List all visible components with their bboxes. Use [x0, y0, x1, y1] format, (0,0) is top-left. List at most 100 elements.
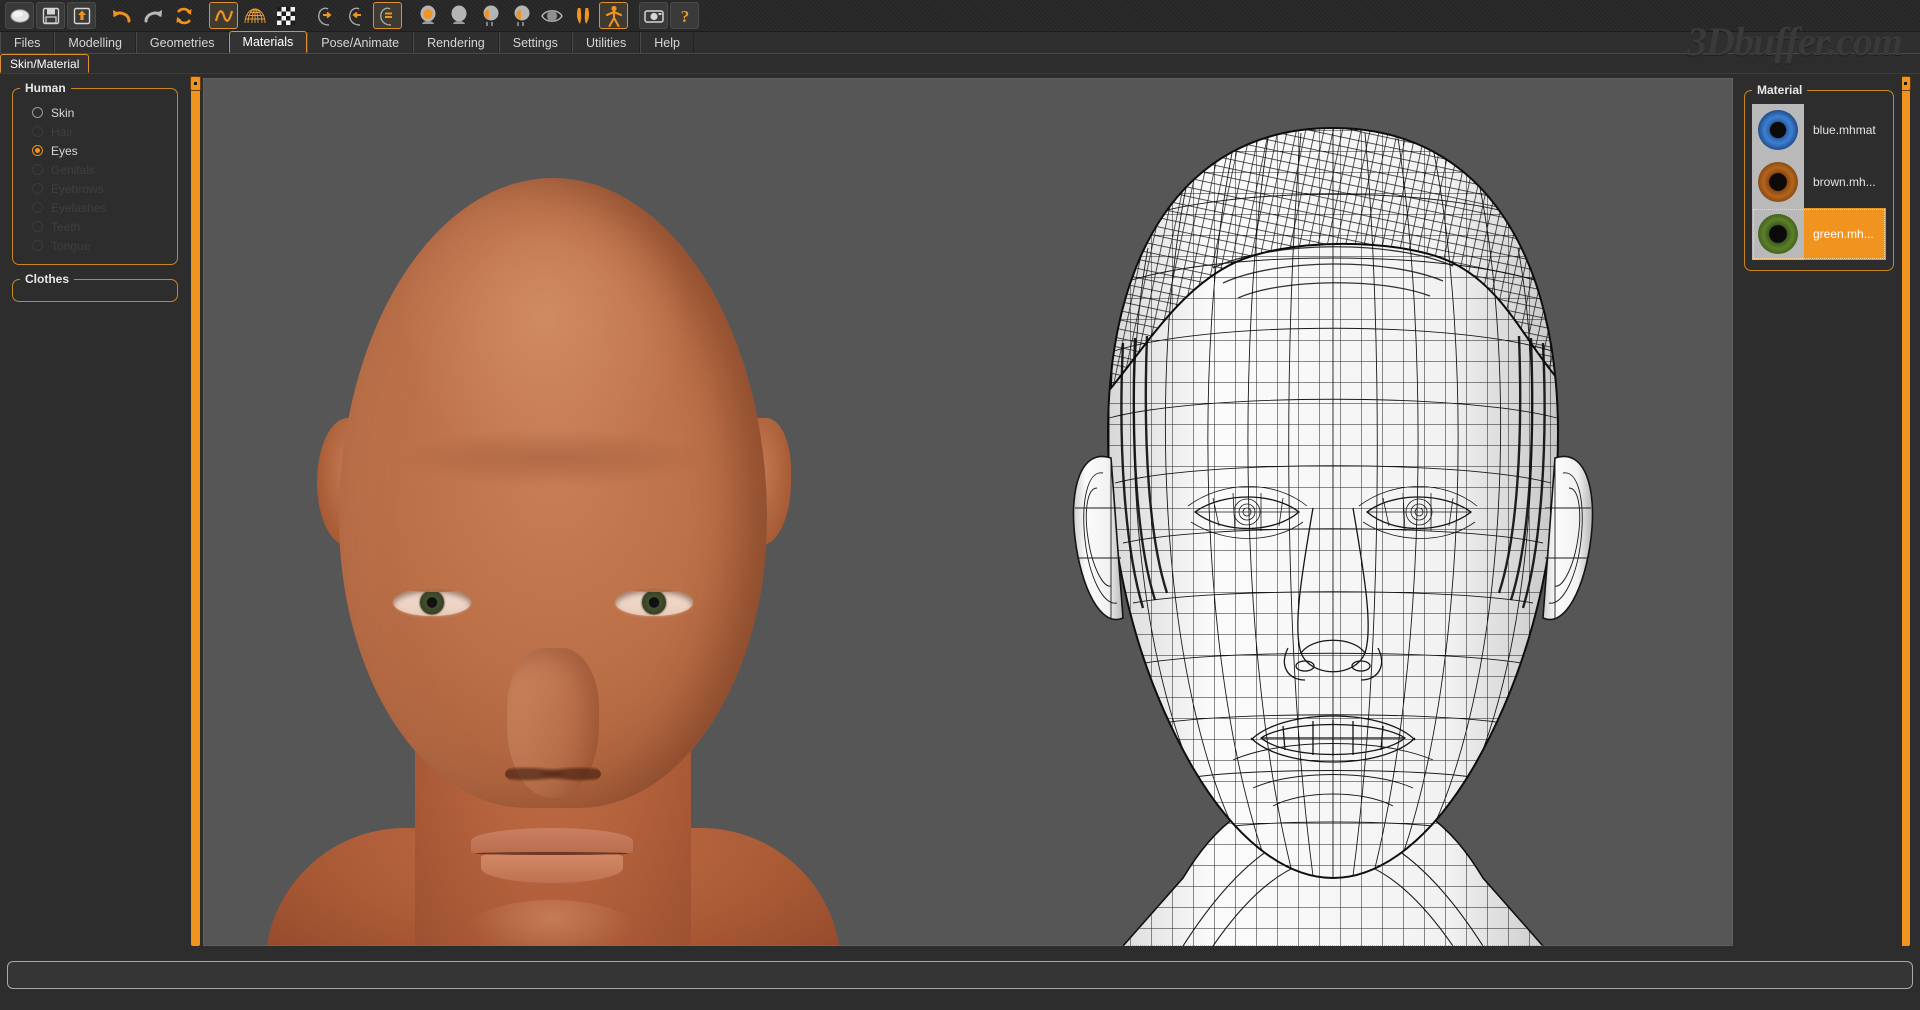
radio-eyes[interactable]: Eyes: [21, 141, 169, 160]
toolbar-group-misc: ?: [638, 2, 700, 29]
menu-tab-bar: Files Modelling Geometries Materials Pos…: [0, 31, 1920, 54]
eye-icon: [540, 9, 563, 22]
camera-icon: [643, 9, 664, 23]
head-torso-left-icon: [483, 5, 498, 26]
toolbar-separator: [629, 0, 638, 32]
view-body-button[interactable]: [506, 2, 535, 29]
smooth-curve-icon: [214, 9, 233, 22]
wireframe-button[interactable]: [240, 2, 269, 29]
tab-materials[interactable]: Materials: [228, 31, 308, 53]
toolbar-separator: [301, 0, 310, 32]
view-eyes-button[interactable]: [537, 2, 566, 29]
radio-genitals[interactable]: Genitals: [21, 160, 169, 179]
material-item-label: brown.mh...: [1813, 175, 1876, 189]
model-eye-left: [393, 588, 471, 616]
subdivide-button[interactable]: [271, 2, 300, 29]
toolbar-group-symmetry: [310, 2, 403, 29]
toolbar-separator: [403, 0, 412, 32]
right-material-panel: Material blue.mhmat brown.mh... green.mh…: [1736, 74, 1902, 948]
undo-button[interactable]: [107, 2, 136, 29]
legs-icon: [576, 7, 589, 24]
status-bar: [0, 952, 1920, 1010]
3d-viewport[interactable]: [203, 78, 1733, 946]
wireframe-head-model[interactable]: [983, 88, 1683, 946]
tab-geometries[interactable]: Geometries: [135, 32, 229, 53]
model-iris-right: [642, 590, 666, 615]
head-torso-right-icon: [514, 5, 529, 26]
help-button[interactable]: ?: [670, 2, 699, 29]
view-face-button[interactable]: [413, 2, 442, 29]
splitter-handle-knob[interactable]: [190, 76, 201, 91]
tab-rendering[interactable]: Rendering: [413, 32, 499, 53]
model-lip-line: [475, 852, 629, 855]
tab-settings[interactable]: Settings: [498, 32, 572, 53]
radio-label: Skin: [51, 105, 75, 120]
model-upper-lip: [471, 828, 633, 854]
tab-files[interactable]: Files: [0, 32, 55, 53]
redo-button[interactable]: [138, 2, 167, 29]
material-item-blue[interactable]: blue.mhmat: [1752, 104, 1886, 156]
view-torso-button[interactable]: [475, 2, 504, 29]
tab-utilities[interactable]: Utilities: [571, 32, 641, 53]
radio-skin[interactable]: Skin: [21, 103, 169, 122]
radio-label: Teeth: [51, 219, 81, 234]
right-panel-splitter[interactable]: [1900, 76, 1911, 946]
load-up-arrow-icon: [73, 7, 90, 24]
material-item-green[interactable]: green.mh...: [1752, 208, 1886, 260]
view-head-button[interactable]: [444, 2, 473, 29]
material-group-title: Material: [1752, 83, 1808, 97]
material-item-brown[interactable]: brown.mh...: [1752, 156, 1886, 208]
smooth-button[interactable]: [209, 2, 238, 29]
model-eyelid-left: [393, 588, 471, 592]
symmetry-toggle-button[interactable]: [373, 2, 402, 29]
question-mark-icon: ?: [680, 7, 689, 25]
material-thumbnail: [1752, 104, 1804, 156]
radio-label: Eyes: [51, 143, 78, 158]
textured-head-model[interactable]: [243, 88, 863, 946]
radio-eyelashes[interactable]: Eyelashes: [21, 198, 169, 217]
redo-arrow-icon: [144, 9, 162, 22]
material-thumbnail: [1752, 156, 1804, 208]
radio-tongue[interactable]: Tongue: [21, 236, 169, 255]
grab-screen-button[interactable]: [639, 2, 668, 29]
material-thumbnail: [1752, 208, 1804, 260]
radio-teeth[interactable]: Teeth: [21, 217, 169, 236]
new-button[interactable]: [5, 2, 34, 29]
toolbar-group-camera-views: [412, 2, 629, 29]
reset-circular-arrows-icon: [176, 7, 191, 24]
model-brow-shading: [393, 428, 713, 488]
radio-label: Tongue: [51, 238, 91, 253]
tab-pose-animate[interactable]: Pose/Animate: [307, 32, 414, 53]
subtab-skin-material[interactable]: Skin/Material: [0, 54, 90, 73]
model-nostrils: [505, 760, 601, 788]
toolbar-group-edit: [106, 2, 199, 29]
symmetry-right-button[interactable]: [311, 2, 340, 29]
left-panel-splitter[interactable]: [190, 76, 201, 946]
material-item-label: green.mh...: [1813, 227, 1874, 241]
radio-eyebrows[interactable]: Eyebrows: [21, 179, 169, 198]
save-button[interactable]: [36, 2, 65, 29]
symmetry-left-button[interactable]: [342, 2, 371, 29]
iris-brown-thumbnail-icon: [1758, 162, 1798, 202]
view-legs-button[interactable]: [568, 2, 597, 29]
symmetry-left-icon: [348, 7, 361, 26]
model-mouth: [471, 828, 633, 883]
application-window: ? 3Dbuffer.com Files Modelling Geometrie…: [0, 0, 1920, 1010]
clothes-group-box: Clothes: [12, 272, 178, 302]
full-body-icon: [605, 5, 622, 27]
load-button[interactable]: [67, 2, 96, 29]
view-global-button[interactable]: [599, 2, 628, 29]
wireframe-dome-icon: [244, 8, 265, 23]
radio-label: Eyebrows: [51, 181, 104, 196]
radio-hair[interactable]: Hair: [21, 122, 169, 141]
tab-help[interactable]: Help: [640, 32, 694, 53]
clothes-empty-area: [21, 290, 169, 294]
radio-indicator: [32, 221, 43, 232]
head-plain-icon: [451, 5, 466, 24]
reset-button[interactable]: [169, 2, 198, 29]
model-eyelid-right: [615, 588, 693, 592]
tab-modelling[interactable]: Modelling: [54, 32, 136, 53]
model-iris-left: [420, 590, 444, 615]
radio-label: Genitals: [51, 162, 96, 177]
radio-indicator: [32, 183, 43, 194]
